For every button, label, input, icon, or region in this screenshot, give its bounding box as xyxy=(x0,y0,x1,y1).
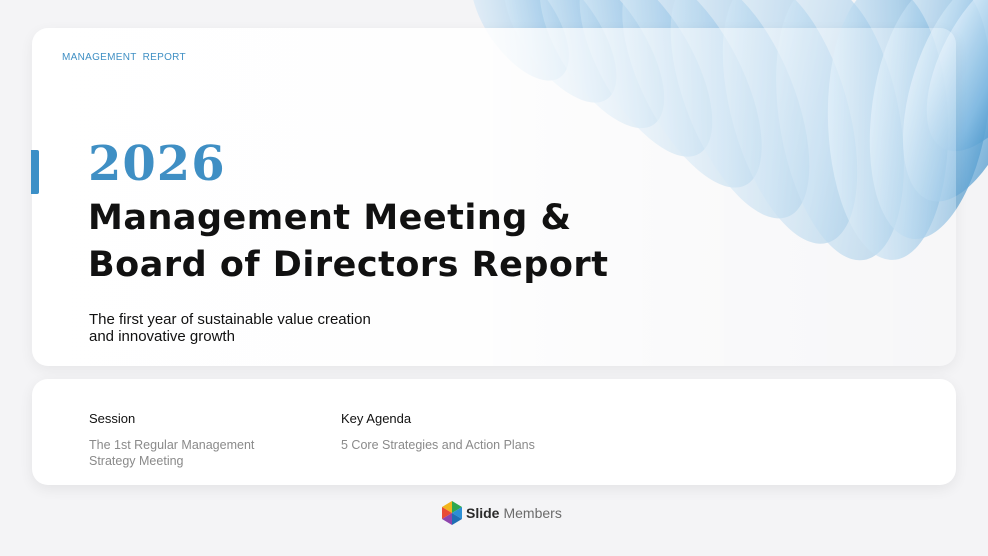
report-title-line-2: Board of Directors Report xyxy=(88,245,609,285)
session-block: Session The 1st Regular Management Strat… xyxy=(89,411,254,469)
brand-name-part-2: Members xyxy=(503,505,562,521)
report-subtitle-line-1: The first year of sustainable value crea… xyxy=(89,311,371,328)
brand-name-part-1: Slide xyxy=(466,505,500,521)
agenda-block: Key Agenda 5 Core Strategies and Action … xyxy=(341,411,535,453)
brand-logo: Slide Members xyxy=(440,500,562,526)
report-subtitle-line-2: and innovative growth xyxy=(89,328,235,345)
session-value-line-2: Strategy Meeting xyxy=(89,454,184,468)
report-year: 2026 xyxy=(88,136,226,192)
report-title-line-1: Management Meeting & xyxy=(88,198,572,238)
session-label: Session xyxy=(89,411,136,426)
accent-bar xyxy=(31,150,39,194)
agenda-value: 5 Core Strategies and Action Plans xyxy=(341,438,535,452)
report-kicker: MANAGEMENT REPORT xyxy=(62,52,186,63)
report-subtitle: The first year of sustainable value crea… xyxy=(89,311,371,345)
slidemembers-logo-icon xyxy=(442,501,462,525)
session-value-line-1: The 1st Regular Management xyxy=(89,438,255,452)
session-value: The 1st Regular Management Strategy Meet… xyxy=(89,437,254,469)
report-title: Management Meeting & Board of Directors … xyxy=(88,195,608,289)
agenda-label: Key Agenda xyxy=(341,411,412,426)
